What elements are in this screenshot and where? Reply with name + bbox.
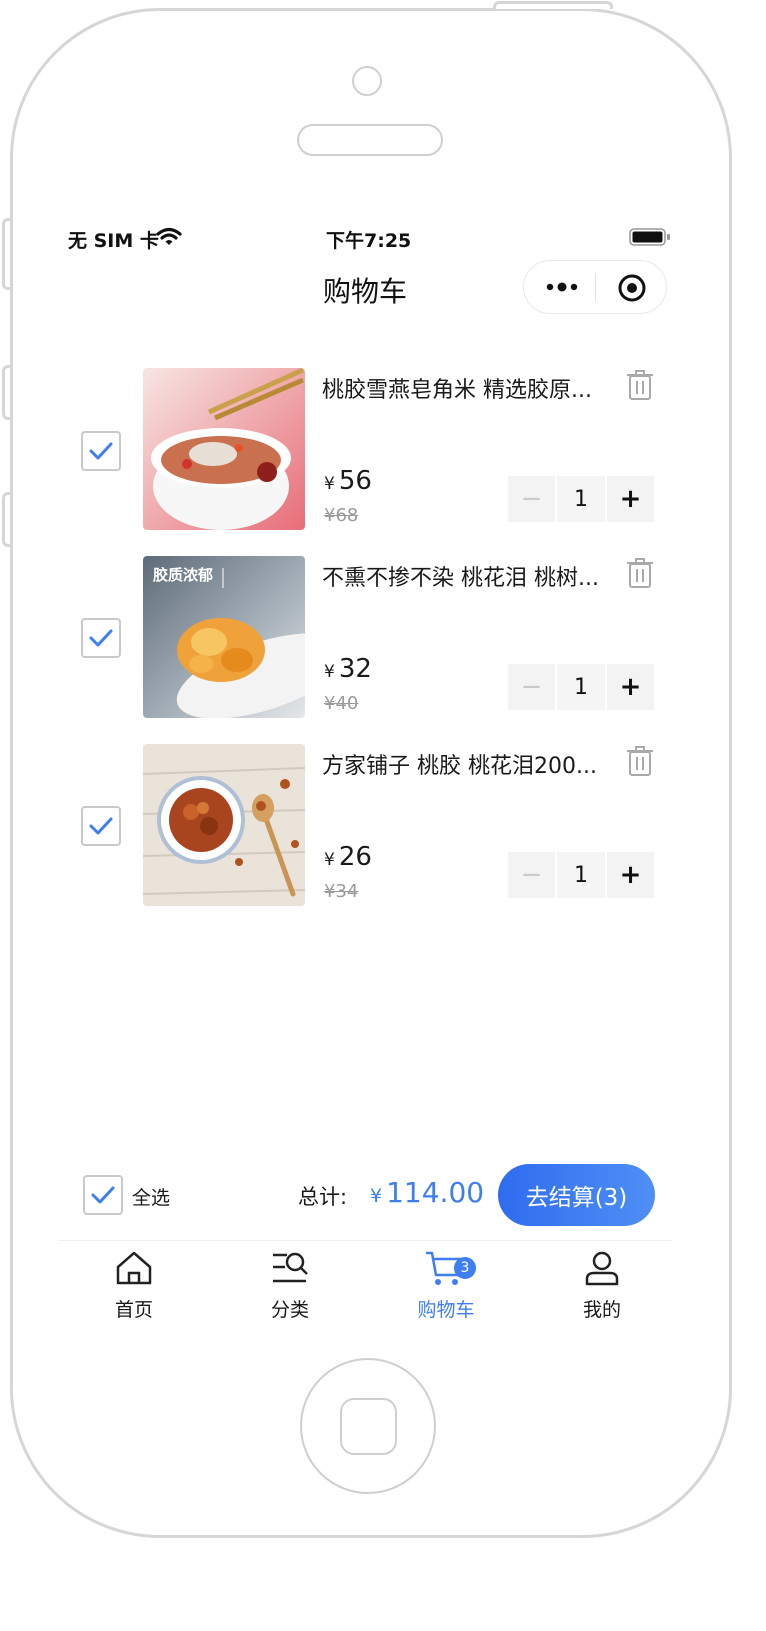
quantity-value[interactable]: 1 (557, 476, 605, 522)
decrease-button[interactable]: − (508, 476, 555, 522)
wifi-icon (156, 227, 182, 245)
tab-category-label: 分类 (270, 1299, 309, 1321)
check-icon (91, 1186, 115, 1204)
capsule-divider (595, 273, 596, 301)
price-value: 26 (338, 842, 372, 872)
product-name[interactable]: 不熏不掺不染 桃花泪 桃树... (322, 560, 614, 592)
tab-cart[interactable]: 3 购物车 (386, 1249, 506, 1322)
quantity-stepper: − 1 + (508, 852, 654, 898)
product-name[interactable]: 桃胶雪燕皂角米 精选胶原... (322, 372, 614, 404)
power-button (493, 1, 613, 9)
more-icon[interactable] (544, 277, 580, 297)
check-icon (89, 442, 113, 460)
home-icon (116, 1251, 152, 1285)
quantity-stepper: − 1 + (508, 664, 654, 710)
checkout-button[interactable]: 去结算(3) (498, 1164, 655, 1226)
total-amount: ¥114.00 (370, 1176, 484, 1209)
product-image-caption: 胶质浓郁 (153, 566, 214, 584)
tab-profile-label: 我的 (582, 1299, 621, 1321)
price: ¥56 (324, 466, 372, 496)
select-all-label[interactable]: 全选 (132, 1183, 170, 1210)
trash-icon[interactable] (626, 557, 654, 589)
product-image[interactable]: 胶质浓郁 (143, 556, 305, 718)
price: ¥26 (324, 842, 372, 872)
original-price: ¥34 (324, 881, 359, 902)
product-image[interactable] (143, 744, 305, 906)
decrease-button[interactable]: − (508, 852, 555, 898)
volume-up-button (2, 365, 10, 420)
quantity-stepper: − 1 + (508, 476, 654, 522)
mute-switch (2, 218, 10, 290)
increase-button[interactable]: + (607, 852, 654, 898)
trash-icon[interactable] (626, 369, 654, 401)
select-all-checkbox[interactable] (83, 1175, 123, 1215)
cart-badge: 3 (454, 1257, 476, 1279)
quantity-value[interactable]: 1 (557, 664, 605, 710)
increase-button[interactable]: + (607, 664, 654, 710)
check-icon (89, 817, 113, 835)
carrier-text: 无 SIM 卡 (68, 230, 159, 252)
currency-symbol: ¥ (324, 850, 335, 870)
volume-down-button (2, 492, 10, 547)
decrease-button[interactable]: − (508, 664, 555, 710)
user-icon (585, 1251, 619, 1286)
price-value: 56 (338, 466, 372, 496)
product-name[interactable]: 方家铺子 桃胶 桃花泪200... (322, 748, 614, 780)
clock-text: 下午7:25 (326, 230, 412, 252)
category-icon (273, 1252, 308, 1283)
front-camera (352, 66, 382, 96)
currency-symbol: ¥ (370, 1185, 383, 1207)
item-checkbox[interactable] (81, 618, 121, 658)
increase-button[interactable]: + (607, 476, 654, 522)
quantity-value[interactable]: 1 (557, 852, 605, 898)
tab-category[interactable]: 分类 (230, 1249, 350, 1322)
item-checkbox[interactable] (81, 806, 121, 846)
close-miniprogram-icon[interactable] (616, 272, 648, 304)
price-value: 32 (338, 654, 372, 684)
tab-cart-label: 购物车 (417, 1299, 475, 1321)
mini-program-capsule (523, 260, 667, 314)
product-image[interactable] (143, 368, 305, 530)
price: ¥32 (324, 654, 372, 684)
check-icon (89, 629, 113, 647)
tab-profile[interactable]: 我的 (542, 1249, 662, 1322)
earpiece-speaker (297, 124, 443, 156)
tab-home-label: 首页 (114, 1299, 153, 1321)
battery-icon (629, 228, 670, 246)
original-price: ¥68 (324, 505, 359, 526)
total-label: 总计: (298, 1185, 348, 1209)
item-checkbox[interactable] (81, 431, 121, 471)
tab-bar: 首页 分类 3 购物车 我的 (58, 1240, 672, 1341)
currency-symbol: ¥ (324, 662, 335, 682)
trash-icon[interactable] (626, 745, 654, 777)
currency-symbol: ¥ (324, 474, 335, 494)
home-button-square (340, 1398, 397, 1455)
total-value: 114.00 (386, 1176, 485, 1209)
tab-home[interactable]: 首页 (74, 1249, 194, 1322)
original-price: ¥40 (324, 693, 359, 714)
